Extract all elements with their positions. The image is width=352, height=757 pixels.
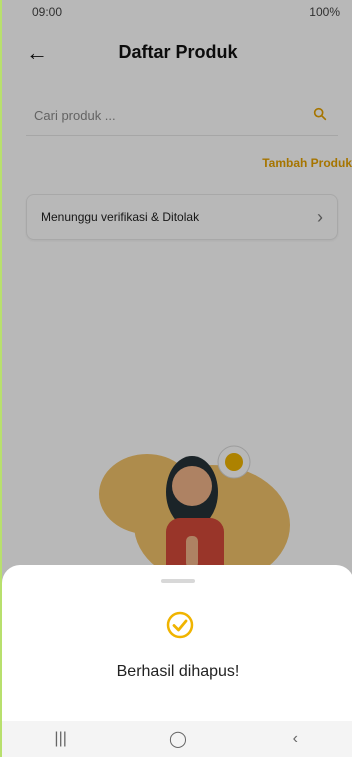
sheet-handle[interactable] — [161, 579, 195, 583]
bottom-sheet: Berhasil dihapus! — [2, 565, 352, 721]
app-frame: 09:00 100% ← Daftar Produk Cari produk .… — [0, 0, 352, 757]
recent-apps-button[interactable]: ||| — [31, 730, 91, 748]
back-nav-button[interactable]: ‹ — [265, 730, 325, 748]
home-icon: ◯ — [169, 731, 187, 748]
back-nav-icon: ‹ — [292, 730, 298, 747]
system-navbar: ||| ◯ ‹ — [2, 721, 352, 757]
success-message: Berhasil dihapus! — [116, 663, 240, 680]
check-circle-icon — [166, 611, 194, 639]
home-button[interactable]: ◯ — [148, 729, 208, 749]
recent-apps-icon: ||| — [54, 730, 67, 747]
